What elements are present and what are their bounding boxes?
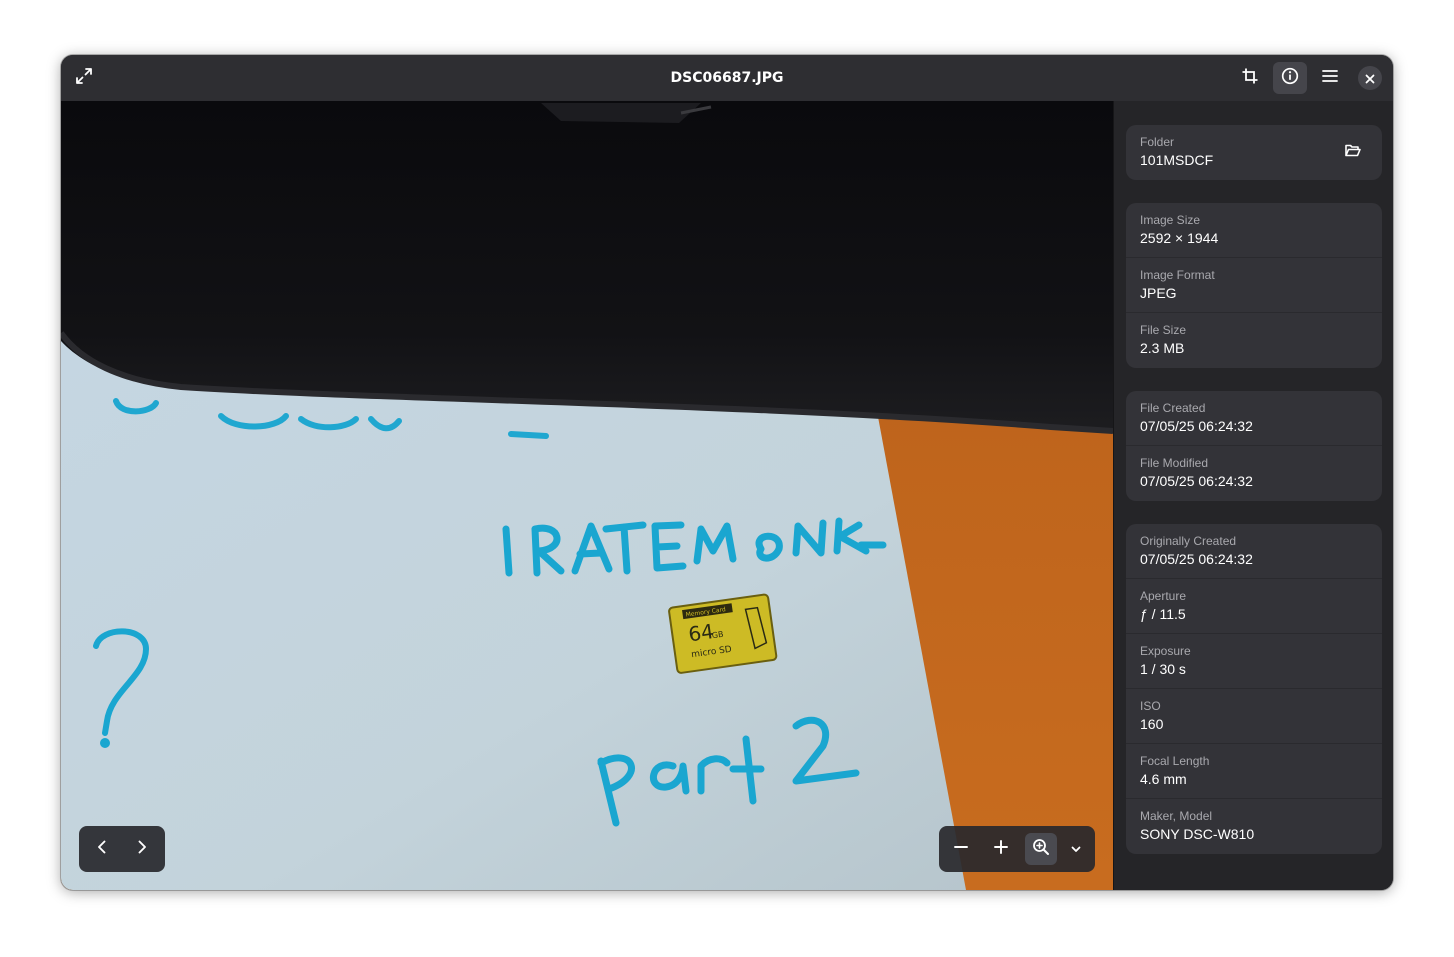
hamburger-menu-icon: [1321, 67, 1339, 89]
image-info-group: Image Size 2592 × 1944 Image Format JPEG…: [1126, 203, 1382, 368]
property-label: File Size: [1140, 323, 1187, 337]
folder-group: Folder 101MSDCF: [1126, 125, 1382, 180]
zoom-in-button[interactable]: [985, 833, 1017, 865]
file-dates-group: File Created 07/05/25 06:24:32 File Modi…: [1126, 391, 1382, 501]
crop-button[interactable]: [1233, 62, 1267, 94]
fullscreen-button[interactable]: [67, 62, 101, 94]
crop-icon: [1241, 67, 1259, 89]
close-icon: [1365, 69, 1375, 88]
property-value: 07/05/25 06:24:32: [1140, 551, 1253, 567]
property-value: ƒ / 11.5: [1140, 606, 1186, 622]
window-title: DSC06687.JPG: [670, 70, 784, 86]
property-label: Originally Created: [1140, 534, 1237, 548]
folder-open-icon: [1344, 141, 1362, 163]
file-created-row: File Created 07/05/25 06:24:32: [1126, 391, 1382, 446]
property-value: JPEG: [1140, 285, 1177, 301]
chevron-left-icon: [94, 839, 110, 859]
property-label: File Created: [1140, 401, 1206, 415]
open-folder-button[interactable]: [1342, 141, 1364, 163]
properties-sidebar: Folder 101MSDCF Image Size 2592 × 1944 I…: [1113, 101, 1393, 890]
close-button[interactable]: [1358, 66, 1382, 90]
next-image-button[interactable]: [125, 833, 159, 865]
file-size-row: File Size 2.3 MB: [1126, 313, 1382, 368]
property-value: 160: [1140, 716, 1164, 732]
folder-value: 101MSDCF: [1140, 152, 1214, 168]
image-canvas[interactable]: Memory Card 64 GB micro SD: [61, 101, 1113, 890]
best-fit-button[interactable]: [1025, 833, 1057, 865]
fullscreen-icon: [75, 67, 93, 89]
zoom-controls: [939, 826, 1095, 872]
previous-image-button[interactable]: [85, 833, 119, 865]
chevron-down-icon: [1070, 840, 1082, 859]
property-value: 07/05/25 06:24:32: [1140, 473, 1253, 489]
svg-text:GB: GB: [711, 630, 724, 641]
chevron-right-icon: [134, 839, 150, 859]
image-viewer-window: DSC06687.JPG Memory Card 64 GB micro SD …: [61, 55, 1393, 890]
main-menu-button[interactable]: [1313, 62, 1347, 94]
maker-model-row: Maker, Model SONY DSC-W810: [1126, 799, 1382, 854]
photo: Memory Card 64 GB micro SD: [61, 101, 1113, 890]
zoom-fit-icon: [1032, 838, 1050, 860]
property-label: File Modified: [1140, 456, 1209, 470]
image-format-row: Image Format JPEG: [1126, 258, 1382, 313]
property-label: Aperture: [1140, 589, 1187, 603]
info-icon: [1281, 67, 1299, 89]
iso-row: ISO 160: [1126, 689, 1382, 744]
navigation-controls: [79, 826, 165, 872]
properties-toggle-button[interactable]: [1273, 62, 1307, 94]
exif-group: Originally Created 07/05/25 06:24:32 Ape…: [1126, 524, 1382, 854]
aperture-row: Aperture ƒ / 11.5: [1126, 579, 1382, 634]
property-value: 1 / 30 s: [1140, 661, 1186, 677]
originally-created-row: Originally Created 07/05/25 06:24:32: [1126, 524, 1382, 579]
zoom-out-button[interactable]: [945, 833, 977, 865]
property-value: 2.3 MB: [1140, 340, 1185, 356]
property-value: 07/05/25 06:24:32: [1140, 418, 1253, 434]
folder-label: Folder: [1140, 135, 1175, 149]
property-label: Maker, Model: [1140, 809, 1213, 823]
image-size-row: Image Size 2592 × 1944: [1126, 203, 1382, 258]
focal-length-row: Focal Length 4.6 mm: [1126, 744, 1382, 799]
property-label: Image Format: [1140, 268, 1215, 282]
file-modified-row: File Modified 07/05/25 06:24:32: [1126, 446, 1382, 501]
header-bar: DSC06687.JPG: [61, 55, 1393, 102]
property-value: SONY DSC-W810: [1140, 826, 1255, 842]
folder-row: Folder 101MSDCF: [1126, 125, 1382, 180]
property-value: 4.6 mm: [1140, 771, 1187, 787]
property-value: 2592 × 1944: [1140, 230, 1219, 246]
plus-icon: [993, 839, 1009, 859]
exposure-row: Exposure 1 / 30 s: [1126, 634, 1382, 689]
property-label: Exposure: [1140, 644, 1191, 658]
property-label: ISO: [1140, 699, 1161, 713]
zoom-menu-button[interactable]: [1061, 833, 1091, 865]
property-label: Image Size: [1140, 213, 1201, 227]
property-label: Focal Length: [1140, 754, 1210, 768]
minus-icon: [953, 839, 969, 859]
